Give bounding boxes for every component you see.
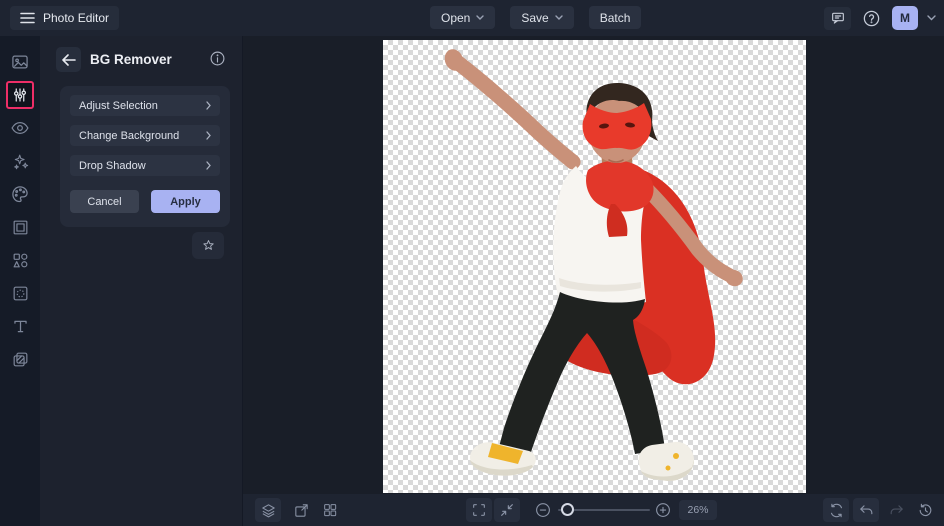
zoom-slider-handle[interactable] bbox=[561, 503, 574, 516]
grid-icon bbox=[324, 504, 337, 517]
resize-icon bbox=[294, 503, 308, 517]
sparkles-icon bbox=[13, 154, 28, 169]
file-actions: Open Save Batch bbox=[430, 6, 642, 29]
cancel-button[interactable]: Cancel bbox=[70, 190, 139, 213]
minus-circle-icon bbox=[536, 503, 550, 517]
chevron-down-icon bbox=[476, 15, 485, 20]
undo-icon bbox=[859, 504, 872, 514]
history-clock-icon bbox=[919, 503, 931, 516]
card-actions: Cancel Apply bbox=[70, 190, 220, 213]
chevron-right-icon bbox=[206, 101, 211, 110]
photo-editor-app: Photo Editor Open Save Batch M BG Remove… bbox=[0, 0, 944, 526]
fullscreen-button[interactable] bbox=[466, 498, 492, 522]
rotate-refresh-button[interactable] bbox=[823, 498, 849, 522]
overlay-texture-icon bbox=[13, 286, 27, 300]
layers-icon bbox=[261, 503, 275, 517]
help-icon bbox=[863, 10, 880, 26]
rotate-icon bbox=[830, 503, 842, 517]
redo-icon bbox=[890, 504, 903, 514]
frame-icon bbox=[13, 220, 27, 234]
main-menu-button[interactable]: Photo Editor bbox=[10, 6, 120, 30]
fit-screen-icon bbox=[501, 504, 513, 516]
sidebar-item-templates[interactable] bbox=[6, 345, 34, 373]
grid-view-button[interactable] bbox=[318, 498, 342, 522]
help-button[interactable] bbox=[860, 7, 883, 30]
image-canvas[interactable] bbox=[383, 40, 806, 493]
layers-button[interactable] bbox=[255, 498, 281, 522]
undo-button[interactable] bbox=[853, 498, 879, 522]
palette-icon bbox=[12, 186, 28, 203]
user-avatar[interactable]: M bbox=[892, 6, 918, 30]
image-icon bbox=[12, 55, 28, 69]
top-bar: Photo Editor Open Save Batch M bbox=[0, 0, 944, 36]
sliders-icon bbox=[14, 88, 27, 102]
chevron-down-icon bbox=[555, 15, 563, 20]
fit-to-screen-button[interactable] bbox=[494, 498, 520, 522]
sidebar-item-adjustments[interactable] bbox=[6, 81, 34, 109]
change-background-label: Change Background bbox=[79, 129, 180, 142]
panel-title: BG Remover bbox=[90, 52, 172, 67]
plus-circle-icon bbox=[656, 503, 670, 517]
tool-rail bbox=[0, 36, 40, 526]
favorite-button[interactable] bbox=[192, 232, 224, 259]
bg-remover-panel: BG Remover Adjust Selection Change Backg… bbox=[40, 36, 243, 526]
batch-button[interactable]: Batch bbox=[588, 6, 642, 29]
sidebar-item-effects[interactable] bbox=[6, 147, 34, 175]
account-chevron-down-icon[interactable] bbox=[927, 15, 936, 21]
drop-shadow-row[interactable]: Drop Shadow bbox=[70, 155, 220, 176]
fullscreen-icon bbox=[473, 504, 485, 516]
sidebar-item-overlays[interactable] bbox=[6, 279, 34, 307]
app-title: Photo Editor bbox=[43, 11, 110, 25]
layers-copy-icon bbox=[13, 352, 27, 366]
resize-canvas-button[interactable] bbox=[289, 498, 313, 522]
info-button[interactable] bbox=[209, 50, 226, 70]
chevron-right-icon bbox=[206, 131, 211, 140]
star-icon bbox=[202, 240, 214, 250]
shapes-icon bbox=[13, 253, 27, 267]
change-background-row[interactable]: Change Background bbox=[70, 125, 220, 146]
eye-icon bbox=[11, 121, 29, 135]
save-button[interactable]: Save bbox=[510, 6, 574, 29]
chat-icon bbox=[831, 12, 844, 24]
sidebar-item-artsy[interactable] bbox=[6, 180, 34, 208]
hamburger-icon bbox=[20, 12, 35, 24]
bg-remover-options-card: Adjust Selection Change Background Drop … bbox=[60, 86, 230, 227]
back-button[interactable] bbox=[56, 47, 81, 72]
info-icon bbox=[210, 51, 225, 66]
history-button[interactable] bbox=[913, 498, 937, 522]
redo-button[interactable] bbox=[884, 498, 908, 522]
zoom-level-value[interactable]: 26% bbox=[679, 500, 717, 520]
zoom-in-button[interactable] bbox=[651, 498, 675, 522]
sidebar-item-frames[interactable] bbox=[6, 213, 34, 241]
superhero-kid-image bbox=[444, 49, 743, 481]
chevron-right-icon bbox=[206, 161, 211, 170]
sidebar-item-image[interactable] bbox=[6, 48, 34, 76]
sidebar-item-graphics[interactable] bbox=[6, 246, 34, 274]
sidebar-item-touchup[interactable] bbox=[6, 114, 34, 142]
workspace bbox=[243, 36, 944, 494]
adjust-selection-row[interactable]: Adjust Selection bbox=[70, 95, 220, 116]
feedback-button[interactable] bbox=[824, 6, 851, 30]
text-icon bbox=[13, 320, 27, 332]
drop-shadow-label: Drop Shadow bbox=[79, 159, 146, 172]
zoom-out-button[interactable] bbox=[531, 498, 555, 522]
open-button[interactable]: Open bbox=[430, 6, 496, 29]
apply-button[interactable]: Apply bbox=[151, 190, 220, 213]
adjust-selection-label: Adjust Selection bbox=[79, 99, 158, 112]
arrow-left-icon bbox=[61, 53, 76, 66]
topbar-right-group: M bbox=[824, 6, 936, 30]
bottom-bar: 26% bbox=[243, 494, 944, 526]
sidebar-item-text[interactable] bbox=[6, 312, 34, 340]
